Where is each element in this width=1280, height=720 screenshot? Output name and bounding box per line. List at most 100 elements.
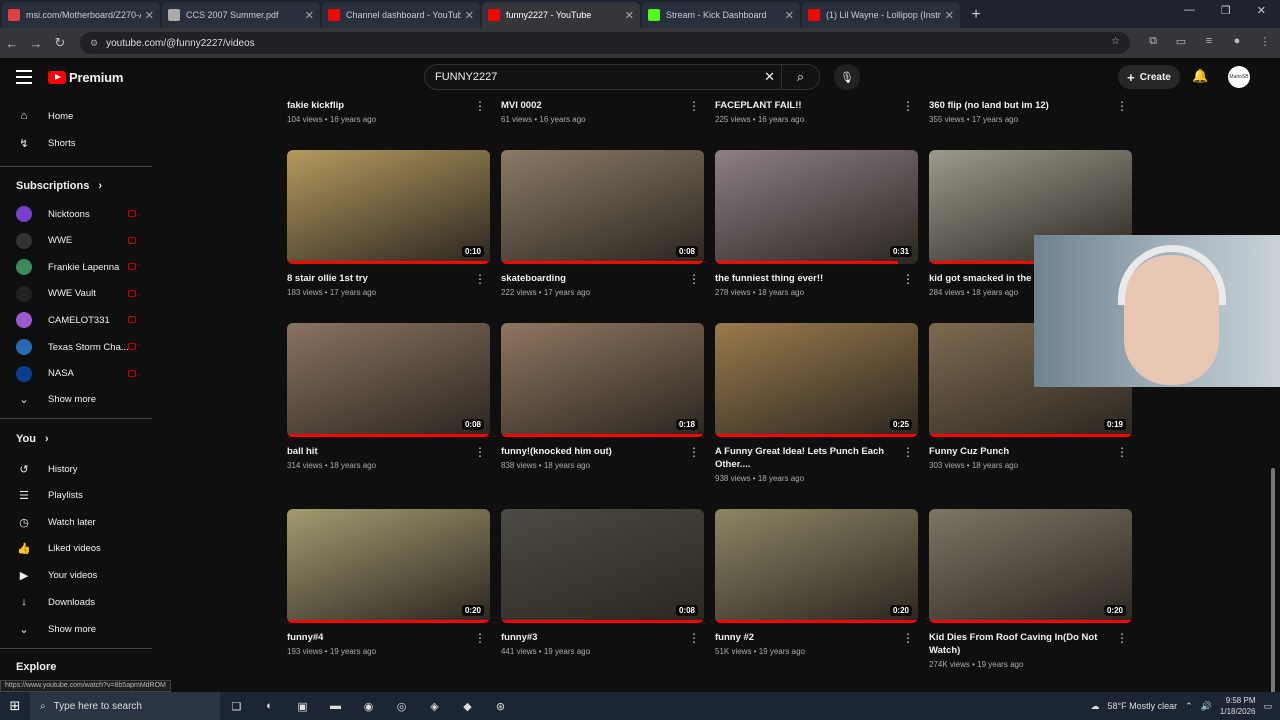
more-actions-icon[interactable]: ⋮ [474,632,486,644]
task-view-icon[interactable]: ❑ [220,692,253,720]
video-title[interactable]: funny #2 [715,631,895,644]
account-avatar[interactable]: MarioSB [1228,66,1250,88]
maximize-icon[interactable]: ❐ [1221,4,1231,17]
more-actions-icon[interactable]: ⋮ [688,273,700,285]
video-card[interactable]: MVI 0002 61 views • 16 years ago ⋮ [501,99,704,124]
browser-tab[interactable]: Channel dashboard - YouTube ✕ [322,2,480,28]
sidebar-item-your-videos[interactable]: ▶ Your videos [16,565,146,585]
video-card[interactable]: fakie kickflip 104 views • 16 years ago … [287,99,490,124]
more-actions-icon[interactable]: ⋮ [688,100,700,112]
video-thumbnail[interactable]: 0:31 [715,150,918,264]
app-icon-1[interactable]: ◐ [253,692,286,720]
close-tab-icon[interactable]: ✕ [145,9,154,22]
video-thumbnail[interactable]: 0:08 [287,323,490,437]
close-tab-icon[interactable]: ✕ [625,9,634,22]
store-icon[interactable]: ▣ [286,692,319,720]
media-icon[interactable]: ≡ [1202,35,1216,49]
sidebar-item-history[interactable]: ↺ History [16,459,146,479]
video-title[interactable]: ball hit [287,445,467,458]
video-title[interactable]: funny#3 [501,631,681,644]
video-title[interactable]: MVI 0002 [501,99,681,112]
video-title[interactable]: skateboarding [501,272,681,285]
subscription-item[interactable]: Texas Storm Cha... [16,337,146,357]
browser-tab[interactable]: msi.com/Motherboard/Z270-A ✕ [2,2,160,28]
weather-icon[interactable]: ☁ [1091,701,1100,712]
notifications-bell-icon[interactable]: 🔔 [1192,68,1208,84]
file-explorer-icon[interactable]: ▬ [319,692,352,720]
app-icon-5[interactable]: ⊛ [484,692,517,720]
video-thumbnail[interactable]: 0:20 [715,509,918,623]
reload-icon[interactable]: ↻ [48,35,72,51]
video-title[interactable]: Kid Dies From Roof Caving In(Do Not Watc… [929,631,1109,657]
video-title[interactable]: A Funny Great Idea! Lets Punch Each Othe… [715,445,895,471]
video-thumbnail[interactable]: 0:18 [501,323,704,437]
subscription-item[interactable]: NASA [16,364,146,384]
tray-chevron-icon[interactable]: ⌃ [1185,701,1193,712]
video-title[interactable]: Funny Cuz Punch [929,445,1109,458]
minimize-icon[interactable]: — [1184,4,1195,17]
show-more-you[interactable]: ⌄ Show more [16,619,146,639]
more-actions-icon[interactable]: ⋮ [1116,446,1128,458]
browser-tab[interactable]: (1) Lil Wayne - Lollipop (Instrum ✕ [802,2,960,28]
browser-tab[interactable]: funny2227 - YouTube ✕ [482,2,640,28]
app-icon-2[interactable]: ◉ [352,692,385,720]
subscription-item[interactable]: Nicktoons [16,204,146,224]
windows-start-icon[interactable]: ⊞ [0,698,30,714]
more-actions-icon[interactable]: ⋮ [474,446,486,458]
video-title[interactable]: the funniest thing ever!! [715,272,895,285]
video-title[interactable]: funny#4 [287,631,467,644]
more-actions-icon[interactable]: ⋮ [1116,632,1128,644]
more-actions-icon[interactable]: ⋮ [688,446,700,458]
subscription-item[interactable]: Frankie Lapenna [16,257,146,277]
sidebar-item-playlists[interactable]: ☰ Playlists [16,486,146,506]
back-icon[interactable]: ← [0,36,24,51]
video-thumbnail[interactable]: 0:08 [501,150,704,264]
more-actions-icon[interactable]: ⋮ [902,100,914,112]
subscription-item[interactable]: WWE [16,231,146,251]
video-card[interactable]: FACEPLANT FAIL!! 225 views • 16 years ag… [715,99,918,124]
video-title[interactable]: fakie kickflip [287,99,467,112]
menu-icon[interactable]: ⋮ [1258,35,1272,49]
video-thumbnail[interactable]: 0:08 [501,509,704,623]
volume-icon[interactable]: 🔊 [1201,701,1212,712]
extensions-icon[interactable]: ⧉ [1146,35,1160,49]
app-icon-4[interactable]: ◆ [451,692,484,720]
clock[interactable]: 9:58 PM 1/18/2026 [1220,695,1256,717]
taskbar-search[interactable]: ⌕ Type here to search [30,692,220,720]
video-thumbnail[interactable]: 0:25 [715,323,918,437]
subscriptions-heading[interactable]: Subscriptions › [16,180,102,192]
guide-menu-icon[interactable] [16,70,32,84]
you-heading[interactable]: You › [16,433,49,445]
more-actions-icon[interactable]: ⋮ [474,273,486,285]
create-button[interactable]: + Create [1118,65,1180,89]
subscription-item[interactable]: WWE Vault [16,284,146,304]
more-actions-icon[interactable]: ⋮ [902,632,914,644]
video-thumbnail[interactable]: 0:20 [287,509,490,623]
more-actions-icon[interactable]: ⋮ [902,446,914,458]
video-title[interactable]: 360 flip (no land but im 12) [929,99,1109,112]
sidebar-item-watch-later[interactable]: ◷ Watch later [16,512,146,532]
bookmark-star-icon[interactable]: ☆ [1111,36,1120,47]
voice-search-button[interactable]: 🎙 [834,64,860,90]
browser-tab[interactable]: CCS 2007 Summer.pdf ✕ [162,2,320,28]
video-thumbnail[interactable]: 0:20 [929,509,1132,623]
more-actions-icon[interactable]: ⋮ [688,632,700,644]
page-scrollbar[interactable] [1270,98,1276,692]
close-tab-icon[interactable]: ✕ [465,9,474,22]
search-input[interactable]: FUNNY2227 ✕ ⌕ [424,64,820,90]
forward-icon[interactable]: → [24,36,48,51]
site-info-icon[interactable]: ⚙ [90,38,98,49]
more-actions-icon[interactable]: ⋮ [474,100,486,112]
sidebar-item-home[interactable]: ⌂ Home [16,106,146,126]
browser-tab[interactable]: Stream - Kick Dashboard ✕ [642,2,800,28]
sidebar-item-liked-videos[interactable]: 👍 Liked videos [16,539,146,559]
profile-icon[interactable]: ● [1230,35,1244,49]
close-window-icon[interactable]: ✕ [1257,4,1266,17]
close-tab-icon[interactable]: ✕ [945,9,954,22]
close-tab-icon[interactable]: ✕ [305,9,314,22]
subscription-item[interactable]: CAMELOT331 [16,310,146,330]
address-bar[interactable]: ⚙ youtube.com/@funny2227/videos ☆ [80,32,1130,54]
chrome-icon[interactable]: ◎ [385,692,418,720]
search-button[interactable]: ⌕ [781,65,819,89]
new-tab-button[interactable]: + [966,5,986,25]
